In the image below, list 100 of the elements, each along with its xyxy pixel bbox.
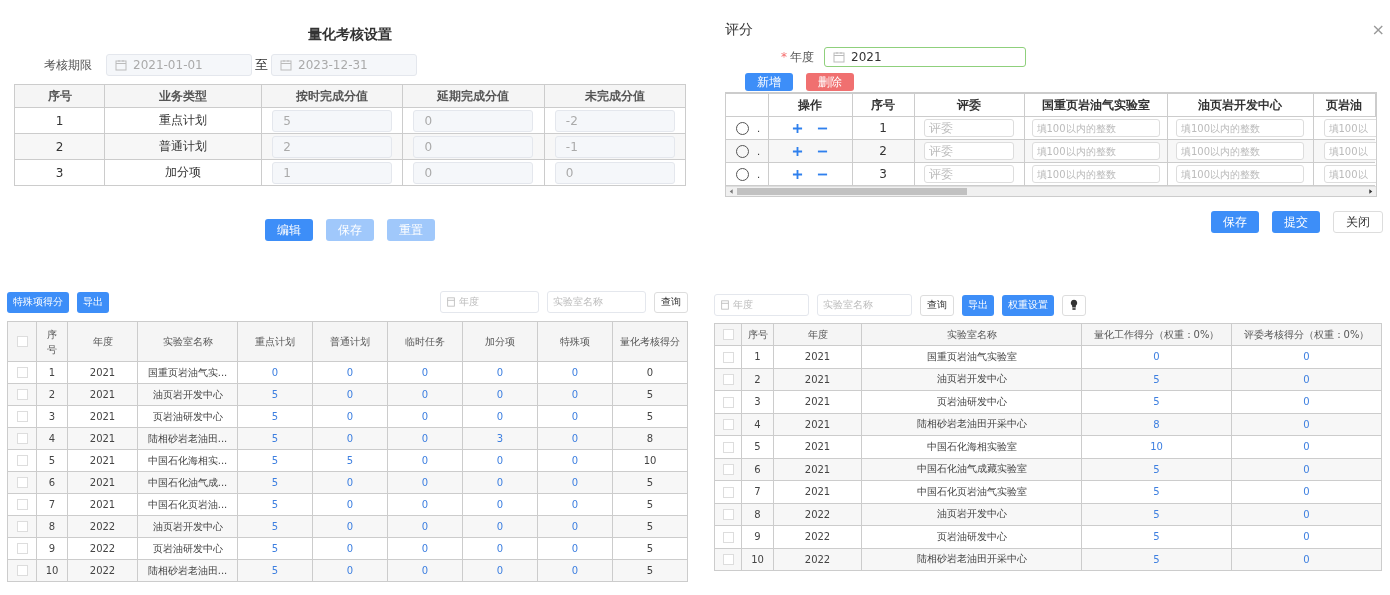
row-checkbox[interactable] <box>16 521 28 533</box>
score-link[interactable]: 0 <box>571 499 579 510</box>
score-link[interactable]: 0 <box>571 521 579 532</box>
score-link[interactable]: 0 <box>346 521 354 532</box>
reviewer-field[interactable]: 评委 <box>924 119 1014 137</box>
action-button[interactable]: 关闭 <box>1333 211 1383 233</box>
row-checkbox[interactable] <box>722 464 734 475</box>
score-field[interactable]: 填100以 <box>1323 165 1376 183</box>
score-link[interactable]: 0 <box>1153 351 1160 363</box>
score-field[interactable]: 填100以内的整数 <box>1176 142 1304 160</box>
value-field[interactable]: 0 <box>413 109 534 132</box>
score-link[interactable]: 0 <box>1303 531 1310 543</box>
score-link[interactable]: 0 <box>571 433 579 444</box>
scrollbar[interactable] <box>726 186 1376 196</box>
value-field[interactable]: 0 <box>554 161 675 184</box>
year-field[interactable]: 2021 <box>824 47 1026 67</box>
score-link[interactable]: 0 <box>1303 441 1310 453</box>
value-field[interactable]: 2 <box>272 135 393 158</box>
value-field[interactable]: 1 <box>272 161 393 184</box>
score-link[interactable]: 0 <box>571 455 579 466</box>
value-field[interactable]: 0 <box>413 161 534 184</box>
score-link[interactable]: 0 <box>421 543 429 554</box>
score-link[interactable]: 0 <box>571 411 579 422</box>
row-checkbox[interactable] <box>16 455 28 467</box>
close-button[interactable]: × <box>1371 20 1385 39</box>
score-link[interactable]: 0 <box>496 411 504 422</box>
score-link[interactable]: 5 <box>271 499 279 510</box>
score-field[interactable]: 填100以 <box>1323 119 1376 137</box>
score-link[interactable]: 5 <box>1153 553 1160 565</box>
score-link[interactable]: 0 <box>421 455 429 466</box>
score-field[interactable]: 填100以内的整数 <box>1031 165 1160 183</box>
lab-name-filter[interactable]: 实验室名称 <box>547 291 646 313</box>
score-link[interactable]: 8 <box>1153 418 1160 430</box>
row-checkbox[interactable] <box>16 367 28 379</box>
score-link[interactable]: 5 <box>1153 396 1160 408</box>
score-link[interactable]: 5 <box>271 433 279 444</box>
row-checkbox[interactable] <box>16 411 28 423</box>
toolbar-button[interactable]: 权重设置 <box>1002 294 1054 316</box>
date-field[interactable]: 2023-12-31 <box>271 54 417 76</box>
hint-button[interactable] <box>1062 294 1086 316</box>
row-checkbox[interactable] <box>722 554 734 565</box>
right-arrow-icon[interactable] <box>1367 188 1374 195</box>
toolbar-button[interactable]: 特殊项得分 <box>7 291 69 313</box>
score-link[interactable]: 5 <box>1153 531 1160 543</box>
row-checkbox[interactable] <box>16 477 28 489</box>
score-link[interactable]: 0 <box>571 543 579 554</box>
score-link[interactable]: 0 <box>346 367 354 378</box>
score-link[interactable]: 5 <box>271 411 279 422</box>
row-checkbox[interactable] <box>722 486 734 498</box>
score-link[interactable]: 0 <box>421 565 429 576</box>
plus-icon[interactable] <box>792 123 803 134</box>
score-field[interactable]: 填100以内的整数 <box>1176 165 1304 183</box>
score-link[interactable]: 0 <box>496 477 504 488</box>
score-link[interactable]: 0 <box>346 477 354 488</box>
query-button[interactable]: 查询 <box>654 291 688 313</box>
value-field[interactable]: -2 <box>554 109 675 132</box>
action-button[interactable]: 编辑 <box>265 219 313 241</box>
row-checkbox[interactable] <box>16 543 28 555</box>
row-checkbox[interactable] <box>16 433 28 445</box>
score-link[interactable]: 0 <box>346 433 354 444</box>
select-all-checkbox[interactable] <box>16 336 28 348</box>
action-button[interactable]: 保存 <box>1211 211 1259 233</box>
score-link[interactable]: 5 <box>346 455 354 466</box>
score-link[interactable]: 0 <box>496 455 504 466</box>
score-link[interactable]: 0 <box>1303 553 1310 565</box>
score-link[interactable]: 5 <box>1153 486 1160 498</box>
toolbar-button[interactable]: 导出 <box>962 294 994 316</box>
year-filter[interactable]: 年度 <box>440 291 539 313</box>
score-link[interactable]: 0 <box>496 565 504 576</box>
year-filter[interactable]: 年度 <box>714 294 809 316</box>
row-checkbox[interactable] <box>722 351 734 363</box>
score-field[interactable]: 填100以内的整数 <box>1176 119 1304 137</box>
score-link[interactable]: 0 <box>496 499 504 510</box>
row-checkbox[interactable] <box>722 374 734 385</box>
score-link[interactable]: 0 <box>1303 508 1310 520</box>
score-link[interactable]: 0 <box>346 411 354 422</box>
score-link[interactable]: 0 <box>1303 396 1310 408</box>
score-link[interactable]: 5 <box>271 521 279 532</box>
score-link[interactable]: 0 <box>496 521 504 532</box>
row-checkbox[interactable] <box>722 531 734 543</box>
score-link[interactable]: 0 <box>421 433 429 444</box>
score-link[interactable]: 5 <box>271 543 279 554</box>
score-field[interactable]: 填100以内的整数 <box>1031 142 1160 160</box>
score-link[interactable]: 0 <box>571 565 579 576</box>
score-link[interactable]: 0 <box>271 367 279 378</box>
score-link[interactable]: 0 <box>571 477 579 488</box>
score-field[interactable]: 填100以内的整数 <box>1031 119 1160 137</box>
score-link[interactable]: 0 <box>496 367 504 378</box>
score-link[interactable]: 0 <box>571 367 579 378</box>
left-arrow-icon[interactable] <box>728 188 735 195</box>
date-field[interactable]: 2021-01-01 <box>106 54 252 76</box>
score-link[interactable]: 0 <box>1303 418 1310 430</box>
value-field[interactable]: -1 <box>554 135 675 158</box>
lab-name-filter[interactable]: 实验室名称 <box>817 294 912 316</box>
value-field[interactable]: 0 <box>413 135 534 158</box>
score-link[interactable]: 0 <box>1303 463 1310 475</box>
score-link[interactable]: 0 <box>1303 373 1310 385</box>
action-button[interactable]: 删除 <box>806 73 854 91</box>
score-link[interactable]: 5 <box>1153 508 1160 520</box>
score-link[interactable]: 0 <box>421 389 429 400</box>
